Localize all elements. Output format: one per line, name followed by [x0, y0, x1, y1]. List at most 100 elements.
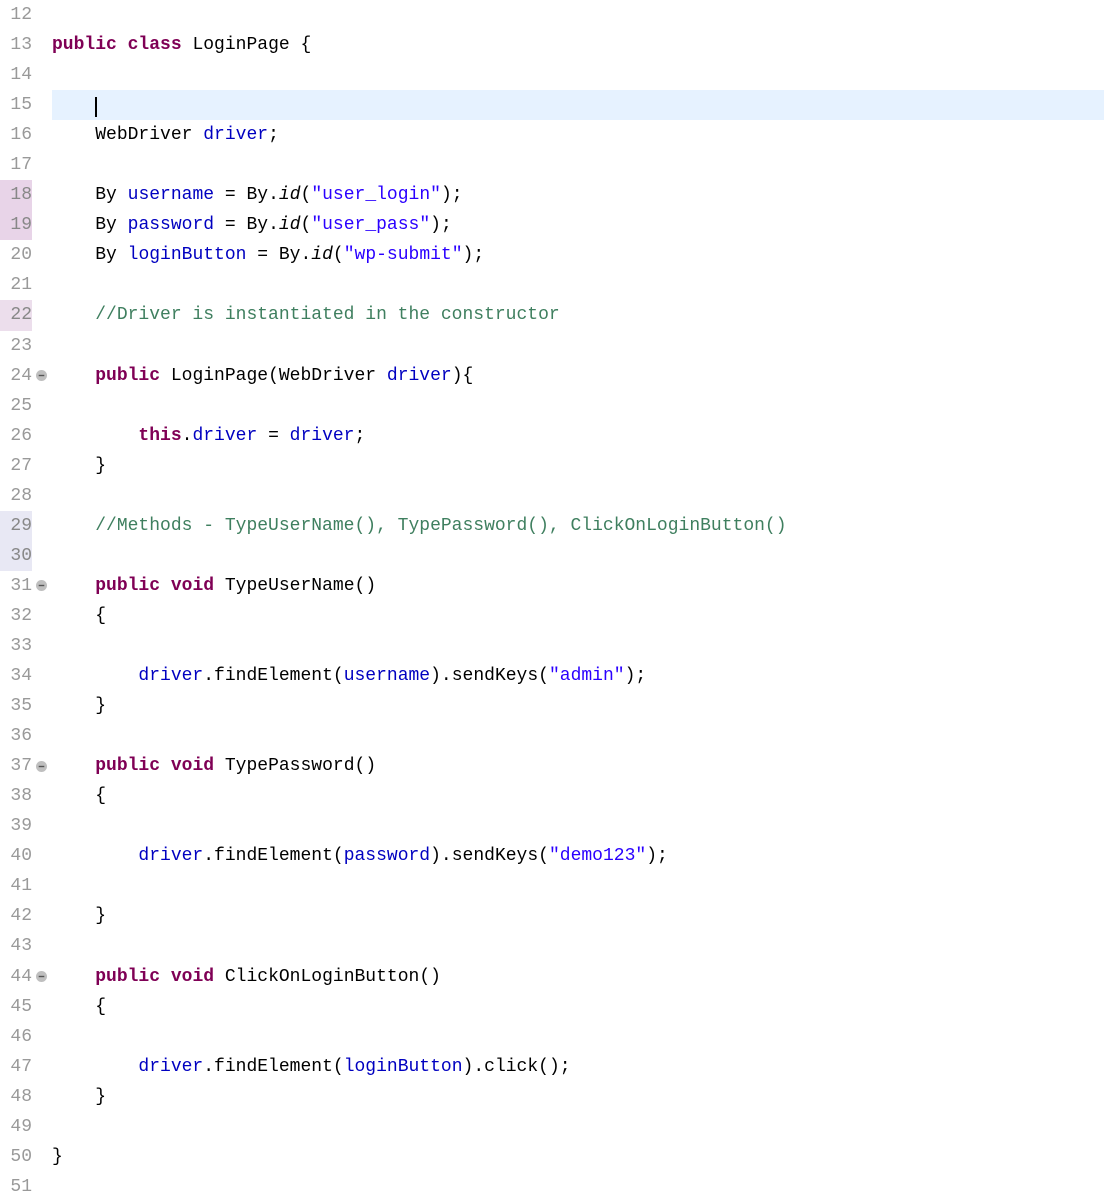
code-line[interactable]: By username = By.id("user_login"); [52, 180, 1104, 210]
line-number: 22 [0, 300, 32, 330]
code-line[interactable] [52, 931, 1104, 961]
line-number: 39 [0, 811, 32, 841]
code-line[interactable]: { [52, 601, 1104, 631]
line-number: 43 [0, 931, 32, 961]
line-number: 49 [0, 1112, 32, 1142]
code-line[interactable] [52, 871, 1104, 901]
code-line[interactable] [52, 721, 1104, 751]
code-line[interactable]: driver.findElement(password).sendKeys("d… [52, 841, 1104, 871]
code-line[interactable] [52, 331, 1104, 361]
line-number: 41 [0, 871, 32, 901]
code-line[interactable]: { [52, 992, 1104, 1022]
fold-toggle-icon[interactable] [36, 580, 47, 591]
code-line[interactable]: public LoginPage(WebDriver driver){ [52, 361, 1104, 391]
code-line[interactable]: } [52, 1082, 1104, 1112]
code-line[interactable] [52, 1112, 1104, 1142]
line-number: 23 [0, 331, 32, 361]
code-line[interactable]: By password = By.id("user_pass"); [52, 210, 1104, 240]
line-number: 34 [0, 661, 32, 691]
line-number: 40 [0, 841, 32, 871]
line-number: 44 [0, 962, 32, 992]
line-number: 36 [0, 721, 32, 751]
fold-toggle-icon[interactable] [36, 761, 47, 772]
line-number: 16 [0, 120, 32, 150]
line-number: 30 [0, 541, 32, 571]
line-number-gutter: 1213141516171819202122232425262728293031… [0, 0, 34, 1202]
code-line[interactable]: } [52, 691, 1104, 721]
keyword: class [128, 35, 182, 55]
line-number: 46 [0, 1022, 32, 1052]
code-line[interactable]: } [52, 451, 1104, 481]
line-number: 14 [0, 60, 32, 90]
code-area[interactable]: public class LoginPage { WebDriver drive… [48, 0, 1104, 1202]
code-line[interactable]: public class LoginPage { [52, 30, 1104, 60]
code-line[interactable] [52, 1172, 1104, 1202]
line-number: 51 [0, 1172, 32, 1202]
fold-column [34, 0, 48, 1202]
param: driver [387, 366, 452, 386]
code-line[interactable]: WebDriver driver; [52, 120, 1104, 150]
field: driver [203, 125, 268, 145]
line-number: 15 [0, 90, 32, 120]
line-number: 24 [0, 361, 32, 391]
line-number: 45 [0, 992, 32, 1022]
comment: //Methods - TypeUserName(), TypePassword… [95, 516, 786, 536]
fold-toggle-icon[interactable] [36, 370, 47, 381]
line-number: 27 [0, 451, 32, 481]
code-line[interactable] [52, 0, 1104, 30]
line-number: 31 [0, 571, 32, 601]
line-number: 48 [0, 1082, 32, 1112]
code-line[interactable] [52, 60, 1104, 90]
code-line[interactable] [52, 270, 1104, 300]
text-cursor [95, 97, 97, 117]
code-line[interactable] [52, 481, 1104, 511]
type: WebDriver [95, 125, 192, 145]
line-number: 20 [0, 240, 32, 270]
static-method: id [311, 245, 333, 265]
code-line[interactable]: By loginButton = By.id("wp-submit"); [52, 240, 1104, 270]
line-number: 26 [0, 421, 32, 451]
line-number: 28 [0, 481, 32, 511]
static-method: id [279, 185, 301, 205]
method-name: TypeUserName [225, 576, 355, 596]
line-number: 18 [0, 180, 32, 210]
code-line[interactable]: } [52, 1142, 1104, 1172]
line-number: 47 [0, 1052, 32, 1082]
keyword: public [52, 35, 117, 55]
code-line[interactable]: public void TypePassword() [52, 751, 1104, 781]
code-line[interactable]: { [52, 781, 1104, 811]
code-line[interactable] [52, 150, 1104, 180]
code-line[interactable]: this.driver = driver; [52, 421, 1104, 451]
code-editor[interactable]: 1213141516171819202122232425262728293031… [0, 0, 1104, 1202]
code-line-current[interactable] [52, 90, 1104, 120]
method-name: ClickOnLoginButton [225, 967, 419, 987]
line-number: 38 [0, 781, 32, 811]
code-line[interactable] [52, 391, 1104, 421]
code-line[interactable]: public void TypeUserName() [52, 571, 1104, 601]
code-line[interactable] [52, 631, 1104, 661]
line-number: 19 [0, 210, 32, 240]
code-line[interactable]: public void ClickOnLoginButton() [52, 962, 1104, 992]
class-name: LoginPage [192, 35, 289, 55]
code-line[interactable]: //Methods - TypeUserName(), TypePassword… [52, 511, 1104, 541]
code-line[interactable]: driver.findElement(loginButton).click(); [52, 1052, 1104, 1082]
line-number: 42 [0, 901, 32, 931]
line-number: 17 [0, 150, 32, 180]
code-line[interactable]: //Driver is instantiated in the construc… [52, 300, 1104, 330]
code-line[interactable]: } [52, 901, 1104, 931]
line-number: 21 [0, 270, 32, 300]
line-number: 29 [0, 511, 32, 541]
code-line[interactable] [52, 1022, 1104, 1052]
method-name: TypePassword [225, 756, 355, 776]
code-line[interactable] [52, 541, 1104, 571]
line-number: 12 [0, 0, 32, 30]
string-literal: "user_pass" [311, 215, 430, 235]
static-method: id [279, 215, 301, 235]
code-line[interactable]: driver.findElement(username).sendKeys("a… [52, 661, 1104, 691]
line-number: 33 [0, 631, 32, 661]
fold-toggle-icon[interactable] [36, 971, 47, 982]
code-line[interactable] [52, 811, 1104, 841]
field: password [128, 215, 214, 235]
field: loginButton [128, 245, 247, 265]
line-number: 35 [0, 691, 32, 721]
